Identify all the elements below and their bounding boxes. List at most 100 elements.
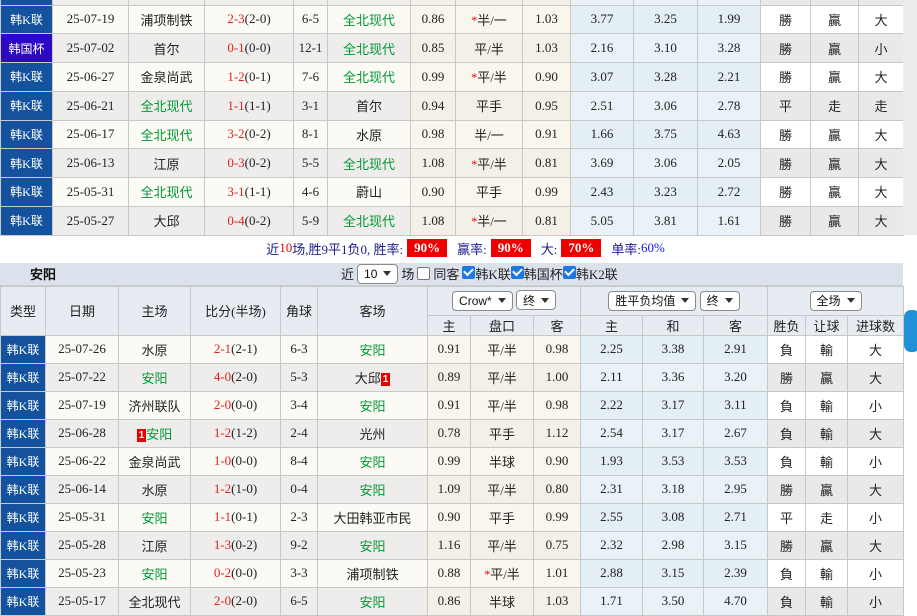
- euro-away-odds-cell: 4.63: [698, 120, 761, 149]
- date-cell: 25-06-27: [53, 63, 129, 92]
- team-name: 全北现代: [128, 595, 180, 610]
- league-checkbox[interactable]: [563, 266, 576, 279]
- corner-cell: 9-2: [281, 531, 318, 559]
- date-cell: 25-05-28: [46, 531, 119, 559]
- home-team-cell: 首尔: [129, 34, 205, 63]
- team-name: 全北现代: [140, 185, 192, 200]
- euro-home-odds-cell: 3.69: [571, 149, 634, 178]
- header-asia-line: 盘口: [471, 315, 534, 335]
- asia-stage-select[interactable]: 终: [516, 290, 556, 310]
- jeonbuk-history-table: 韩K联25-07-19浦项制铁2-3(2-0)6-5全北现代0.86*半/一1.…: [0, 0, 904, 236]
- league-cell: 韩K联: [1, 587, 46, 615]
- score-cell: 1-3(0-2): [191, 531, 281, 559]
- score-cell: 4-0(2-0): [191, 363, 281, 391]
- home-team-cell: 全北现代: [119, 587, 191, 615]
- half-time-score: (0-0): [245, 40, 271, 55]
- recent-label: 近: [341, 264, 354, 283]
- score-cell: 2-0(0-0): [191, 391, 281, 419]
- asia-away-odds-cell: 0.91: [523, 120, 571, 149]
- result-handicap-cell: 贏: [806, 475, 848, 503]
- euro-home-odds-cell: 2.51: [571, 91, 634, 120]
- full-time-score: 2-1: [214, 341, 231, 356]
- date-cell: 25-06-14: [46, 475, 119, 503]
- half-time-score: (1-2): [231, 425, 257, 440]
- corner-cell: 5-9: [294, 206, 328, 235]
- handicap-cell: *半/一: [456, 206, 523, 235]
- team-name: 浦项制铁: [346, 567, 398, 582]
- team-name: 全北现代: [140, 99, 192, 114]
- handicap-text: 平/半: [477, 157, 507, 172]
- scope-select[interactable]: 全场: [810, 291, 862, 311]
- asia-company-value: Crow*: [459, 294, 492, 308]
- header-away: 客场: [318, 286, 428, 335]
- home-team-cell: 金泉尚武: [119, 447, 191, 475]
- anyang-header-bar: 安阳 近 10 场 同客 韩K联韩国杯韩K2联: [0, 263, 903, 286]
- full-time-score: 1-3: [214, 537, 231, 552]
- away-team-cell: 浦项制铁: [318, 559, 428, 587]
- full-time-score: 1-1: [214, 509, 231, 524]
- asia-away-odds-cell: 0.90: [523, 63, 571, 92]
- result-goals-cell: 大: [859, 149, 904, 178]
- league-checkbox[interactable]: [462, 266, 475, 279]
- asia-home-odds-cell: 0.98: [411, 120, 456, 149]
- half-time-score: (1-0): [231, 481, 257, 496]
- home-team-cell: 安阳: [119, 363, 191, 391]
- away-team-cell: 大邱1: [318, 363, 428, 391]
- match-row: 韩K联25-06-22金泉尚武1-0(0-0)8-4安阳0.99半球0.901.…: [1, 447, 904, 475]
- away-team-cell: 全北现代: [328, 206, 411, 235]
- asia-away-odds-cell: 0.95: [523, 91, 571, 120]
- handicap-cell: 平手: [471, 419, 534, 447]
- chevron-down-icon: [725, 298, 733, 303]
- team-name: 水原: [141, 483, 167, 498]
- score-cell: 2-3(2-0): [205, 5, 294, 34]
- full-time-score: 4-0: [214, 369, 231, 384]
- handicap-cell: 平/半: [471, 475, 534, 503]
- same-opponent-label: 同客: [433, 264, 459, 283]
- asia-home-odds-cell: 0.86: [411, 5, 456, 34]
- league-cell: 韩K联: [1, 206, 53, 235]
- chevron-down-icon: [847, 298, 855, 303]
- league-cell: 韩K联: [1, 419, 46, 447]
- euro-away-odds-cell: 2.71: [704, 503, 768, 531]
- result-goals-cell: 大: [848, 419, 904, 447]
- league-cell: 韩K联: [1, 120, 53, 149]
- score-cell: 1-0(0-0): [191, 447, 281, 475]
- result-wdl-cell: 勝: [768, 363, 806, 391]
- euro-stage-select[interactable]: 终: [700, 291, 740, 311]
- match-row: 韩K联25-07-22安阳4-0(2-0)5-3大邱10.89平/半1.002.…: [1, 363, 904, 391]
- euro-company-select[interactable]: 胜平负均值: [608, 291, 696, 311]
- asia-away-odds-cell: 0.81: [523, 149, 571, 178]
- date-cell: 25-06-22: [46, 447, 119, 475]
- team-name: 安阳: [141, 371, 167, 386]
- handicap-cell: 半/一: [456, 120, 523, 149]
- result-wdl-cell: 負: [768, 587, 806, 615]
- header-score: 比分(半场): [191, 286, 281, 335]
- result-goals-cell: 大: [859, 5, 904, 34]
- score-cell: 2-0(2-0): [191, 587, 281, 615]
- result-goals-cell: 小: [848, 559, 904, 587]
- recent-count-select[interactable]: 10: [357, 264, 398, 284]
- euro-home-odds-cell: 2.25: [581, 335, 643, 363]
- home-team-cell: 济州联队: [119, 391, 191, 419]
- handicap-cell: 半球: [471, 587, 534, 615]
- handicap-text: 半球: [489, 595, 515, 610]
- team-name: 全北现代: [343, 157, 395, 172]
- league-checkbox[interactable]: [511, 266, 524, 279]
- match-row: 韩K联25-06-27金泉尚武1-2(0-1)7-6全北现代0.99*平/半0.…: [1, 63, 904, 92]
- same-opponent-checkbox[interactable]: [417, 267, 430, 280]
- away-team-cell: 首尔: [328, 91, 411, 120]
- home-team-cell: 浦项制铁: [129, 5, 205, 34]
- home-team-cell: 水原: [119, 335, 191, 363]
- scrollbar-thumb[interactable]: [904, 310, 917, 352]
- euro-away-odds-cell: 3.15: [704, 531, 768, 559]
- asia-away-odds-cell: 1.03: [523, 5, 571, 34]
- asia-away-odds-cell: 1.00: [534, 363, 581, 391]
- result-handicap-cell: 贏: [811, 34, 859, 63]
- summary-near-count: 10: [279, 240, 292, 256]
- asia-company-select[interactable]: Crow*: [452, 291, 513, 311]
- score-cell: 0-4(0-2): [205, 206, 294, 235]
- result-goals-cell: 大: [859, 120, 904, 149]
- euro-home-odds-cell: 2.32: [581, 531, 643, 559]
- score-cell: 3-2(0-2): [205, 120, 294, 149]
- euro-away-odds-cell: 2.67: [704, 419, 768, 447]
